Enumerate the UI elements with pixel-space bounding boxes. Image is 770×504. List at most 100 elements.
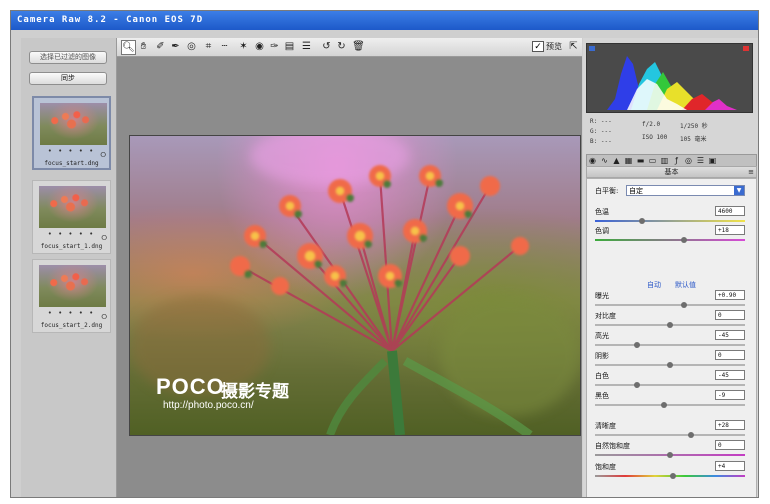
exposure-slider[interactable] bbox=[595, 302, 745, 308]
crop-icon[interactable]: ⌗ bbox=[202, 40, 215, 53]
tab-snapshots-icon[interactable]: ▣ bbox=[707, 155, 718, 166]
b-label: B: bbox=[590, 138, 598, 145]
tab-tone-curve-icon[interactable]: ∿ bbox=[599, 155, 610, 166]
saturation-slider[interactable] bbox=[595, 473, 745, 479]
window-title: Camera Raw 8.2 - Canon EOS 7D bbox=[11, 11, 758, 30]
zoom-icon[interactable]: 🔍︎ bbox=[121, 40, 136, 55]
shadow-clipping-icon bbox=[589, 46, 595, 51]
white-balance-value: 自定 bbox=[629, 187, 643, 195]
slider-knob[interactable] bbox=[634, 342, 640, 348]
watermark-url: http://photo.poco.cn/ bbox=[163, 400, 254, 411]
contrast-slider[interactable] bbox=[595, 322, 745, 328]
spot-removal-icon[interactable]: ✶ bbox=[237, 40, 250, 53]
slider-knob[interactable] bbox=[667, 322, 673, 328]
white-balance-icon[interactable]: ✐ bbox=[154, 40, 167, 53]
rating-dots[interactable]: • • • • • bbox=[33, 230, 110, 238]
vibrance-slider[interactable] bbox=[595, 452, 745, 458]
slider-knob[interactable] bbox=[680, 302, 687, 308]
tab-split-toning-icon[interactable]: ▬ bbox=[635, 155, 646, 166]
tab-fx-icon[interactable]: ƒ bbox=[671, 155, 682, 166]
tab-camera-calibration-icon[interactable]: ◎ bbox=[683, 155, 694, 166]
slider-knob[interactable] bbox=[667, 362, 673, 368]
color-sampler-icon[interactable]: ✒ bbox=[169, 40, 182, 53]
tab-effects-icon[interactable]: ▥ bbox=[659, 155, 670, 166]
rating-dots[interactable]: • • • • • bbox=[34, 147, 109, 155]
edited-badge-icon: ⭘ bbox=[100, 151, 106, 159]
vibrance-value[interactable]: 0 bbox=[715, 440, 745, 450]
white-balance-select[interactable]: 自定 ▼ bbox=[626, 185, 745, 196]
filmstrip-item[interactable]: • • • • • ⭘ focus_start_1.dng bbox=[32, 180, 111, 254]
hand-icon[interactable]: ✋︎ bbox=[137, 40, 150, 53]
thumbnail-image bbox=[40, 103, 107, 145]
slider-knob[interactable] bbox=[688, 432, 694, 438]
sync-button[interactable]: 同步 bbox=[29, 72, 107, 85]
slider-knob[interactable] bbox=[680, 237, 687, 243]
exposure-value[interactable]: +0.90 bbox=[715, 290, 745, 300]
default-link[interactable]: 默认值 bbox=[675, 280, 696, 290]
g-label: G: bbox=[590, 128, 598, 135]
clarity-slider[interactable] bbox=[595, 432, 745, 438]
panel-menu-icon[interactable]: ≡ bbox=[748, 167, 754, 177]
rotate-ccw-icon[interactable]: ↺ bbox=[320, 40, 333, 53]
fullscreen-icon[interactable]: ⇱ bbox=[567, 40, 580, 53]
slider-label-whites: 白色 bbox=[595, 372, 609, 380]
thumbnail-image bbox=[39, 186, 106, 228]
watermark-logo: POCO bbox=[156, 374, 225, 399]
slider-label-contrast: 对比度 bbox=[595, 312, 616, 320]
filmstrip-panel: 选择已过滤的图像 同步 • • • • • ⭘ focus_start.dng … bbox=[21, 38, 117, 497]
filmstrip-item[interactable]: • • • • • ⭘ focus_start_2.dng bbox=[32, 259, 111, 333]
target-adjust-icon[interactable]: ◎ bbox=[185, 40, 198, 53]
slider-knob[interactable] bbox=[670, 473, 676, 479]
r-label: R: bbox=[590, 118, 598, 125]
tab-presets-icon[interactable]: ☰ bbox=[695, 155, 706, 166]
select-filtered-button[interactable]: 选择已过滤的图像 bbox=[29, 51, 107, 64]
slider-label-clarity: 清晰度 bbox=[595, 422, 616, 430]
slider-label-blacks: 黑色 bbox=[595, 392, 609, 400]
slider-knob[interactable] bbox=[638, 218, 645, 224]
slider-knob[interactable] bbox=[634, 382, 640, 388]
tab-lens-icon[interactable]: ▭ bbox=[647, 155, 658, 166]
slider-knob[interactable] bbox=[661, 402, 667, 408]
temperature-slider[interactable] bbox=[595, 218, 745, 224]
r-value: --- bbox=[600, 118, 612, 125]
trash-icon[interactable]: 🗑︎ bbox=[352, 40, 365, 53]
g-value: --- bbox=[600, 128, 612, 135]
blacks-value[interactable]: -9 bbox=[715, 390, 745, 400]
tab-basic-icon[interactable]: ◉ bbox=[587, 155, 598, 166]
clarity-value[interactable]: +28 bbox=[715, 420, 745, 430]
shadows-value[interactable]: 0 bbox=[715, 350, 745, 360]
whites-slider[interactable] bbox=[595, 382, 745, 388]
rating-dots[interactable]: • • • • • bbox=[33, 309, 110, 317]
graduated-filter-icon[interactable]: ▤ bbox=[283, 40, 296, 53]
saturation-value[interactable]: +4 bbox=[715, 461, 745, 471]
temperature-value[interactable]: 4600 bbox=[715, 206, 745, 216]
red-eye-icon[interactable]: ◉ bbox=[253, 40, 266, 53]
chevron-down-icon: ▼ bbox=[734, 186, 744, 195]
blacks-slider[interactable] bbox=[595, 402, 745, 408]
whites-value[interactable]: -45 bbox=[715, 370, 745, 380]
slider-knob[interactable] bbox=[667, 452, 673, 458]
radial-filter-icon[interactable]: ☰ bbox=[300, 40, 313, 53]
tab-hsl-icon[interactable]: ▦ bbox=[623, 155, 634, 166]
tint-slider[interactable] bbox=[595, 237, 745, 243]
auto-link[interactable]: 自动 bbox=[647, 280, 661, 290]
slider-label-temperature: 色温 bbox=[595, 208, 609, 216]
photo-preview[interactable]: POCO 摄影专题 http://photo.poco.cn/ bbox=[129, 135, 581, 436]
highlights-value[interactable]: -45 bbox=[715, 330, 745, 340]
preview-checkbox[interactable]: ✓ bbox=[532, 41, 544, 52]
iso: ISO 100 bbox=[642, 134, 668, 141]
camera-info: R: --- G: --- B: --- f/2.0 1/250 秒 ISO 1… bbox=[586, 116, 751, 152]
highlights-slider[interactable] bbox=[595, 342, 745, 348]
tint-value[interactable]: +18 bbox=[715, 225, 745, 235]
filmstrip-item[interactable]: • • • • • ⭘ focus_start.dng bbox=[32, 96, 111, 170]
shadows-slider[interactable] bbox=[595, 362, 745, 368]
adjustment-brush-icon[interactable]: ✑ bbox=[268, 40, 281, 53]
rotate-cw-icon[interactable]: ↻ bbox=[335, 40, 348, 53]
contrast-value[interactable]: 0 bbox=[715, 310, 745, 320]
straighten-icon[interactable]: ┄ bbox=[218, 40, 231, 53]
tab-detail-icon[interactable]: ▲ bbox=[611, 155, 622, 166]
shutter: 1/250 秒 bbox=[680, 123, 708, 130]
focal-length: 105 毫米 bbox=[680, 136, 707, 143]
thumbnail-filename: focus_start_2.dng bbox=[40, 322, 103, 329]
histogram bbox=[586, 43, 753, 113]
